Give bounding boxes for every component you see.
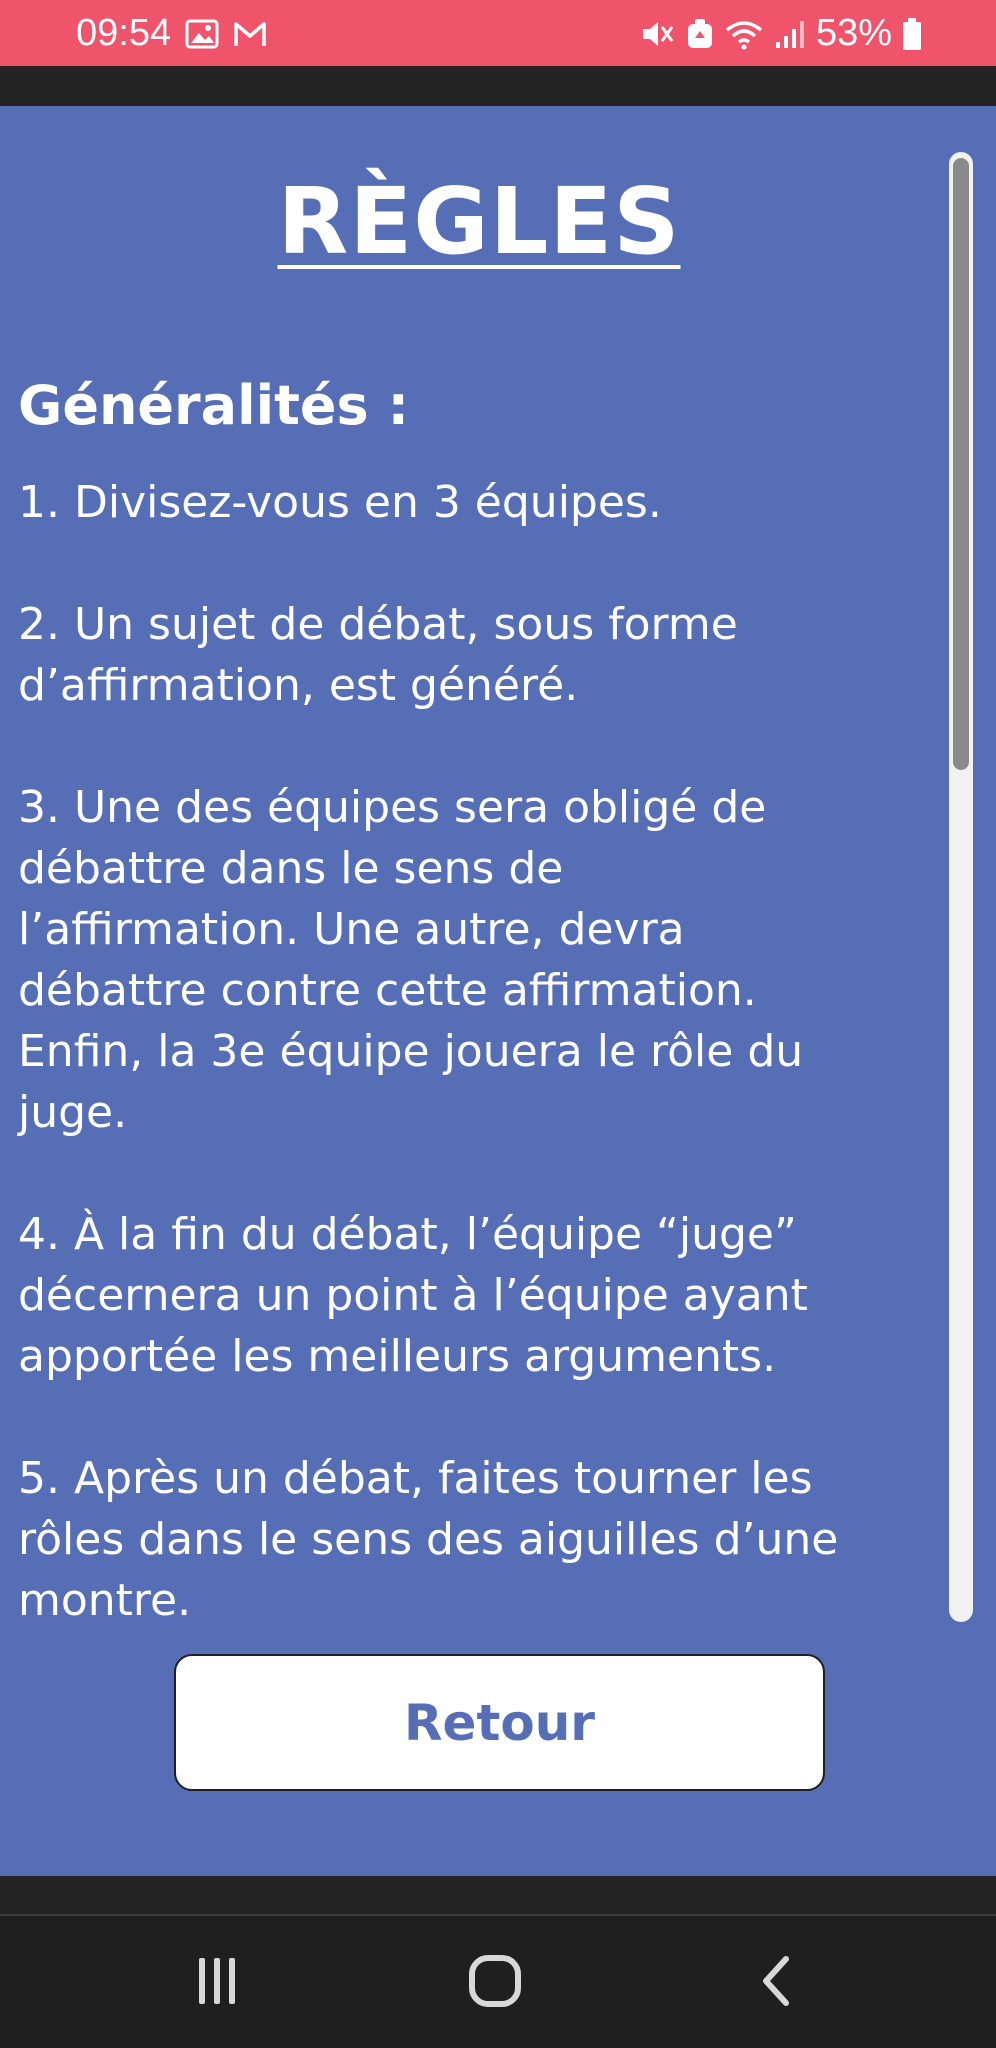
signal-icon (774, 18, 806, 50)
wifi-icon (724, 18, 764, 50)
cleaner-icon (686, 18, 714, 50)
status-right: 53% (640, 12, 922, 55)
rule-item-3: 3. Une des équipes sera obligé de débatt… (18, 782, 804, 1138)
rule-item-1: 1. Divisez-vous en 3 équipes. (18, 477, 662, 528)
rules-screen[interactable]: RÈGLES Généralités : 1. Divisez-vous en … (0, 106, 996, 1876)
navigation-bar (0, 1916, 996, 2048)
mute-icon (640, 18, 676, 50)
status-time: 09:54 (76, 12, 172, 54)
app-top-strip (0, 66, 996, 106)
status-bar: 09:54 53% (0, 0, 996, 66)
back-icon[interactable] (736, 1946, 816, 2016)
scrollbar-thumb[interactable] (953, 158, 969, 770)
gallery-icon (185, 19, 219, 49)
page-title: RÈGLES (277, 168, 681, 275)
app-bottom-strip (0, 1876, 996, 1916)
section-title: Généralités : (18, 374, 410, 437)
rule-item-4: 4. À la fin du débat, l’équipe “juge” dé… (18, 1209, 808, 1382)
home-icon[interactable] (455, 1946, 535, 2016)
rules-list[interactable]: Généralités : 1. Divisez-vous en 3 équip… (18, 376, 938, 1692)
gmail-icon (233, 20, 267, 48)
scrollbar[interactable] (949, 152, 973, 1622)
rule-item-2: 2. Un sujet de débat, sous forme d’affir… (18, 599, 738, 711)
battery-percentage: 53% (815, 12, 892, 54)
back-button[interactable]: Retour (174, 1654, 825, 1791)
recent-apps-icon[interactable] (177, 1946, 257, 2016)
battery-icon (902, 17, 922, 51)
rule-item-5: 5. Après un débat, faites tourner les rô… (18, 1453, 839, 1626)
status-left: 09:54 (76, 12, 267, 55)
